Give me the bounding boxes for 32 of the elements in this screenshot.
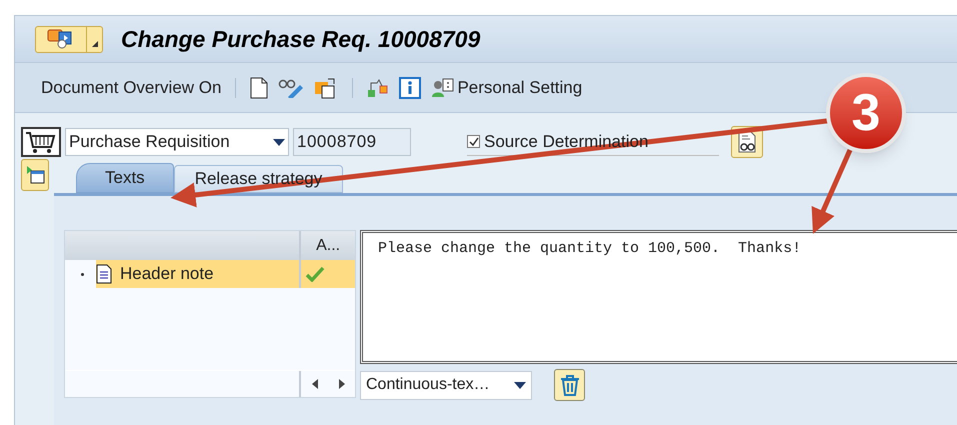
document-type-select[interactable]: Purchase Requisition — [65, 128, 289, 156]
document-overview-button[interactable]: Document Overview On — [41, 74, 222, 100]
dropdown-button[interactable] — [87, 26, 103, 52]
bullet-icon — [81, 272, 84, 276]
scroll-right-icon[interactable] — [338, 379, 345, 389]
expand-panel-button[interactable] — [21, 159, 49, 191]
text-editor[interactable]: Please change the quantity to 100,500. Thanks! — [360, 230, 957, 364]
column-header: A... — [301, 231, 355, 260]
checkbox-label: Source Determination — [484, 130, 648, 153]
document-icon — [96, 264, 112, 284]
format-select[interactable]: Continuous-tex… — [360, 370, 532, 400]
scroll-left-icon[interactable] — [312, 379, 318, 389]
panel-icon — [25, 165, 45, 185]
user-settings-icon — [431, 76, 456, 98]
trash-icon — [558, 374, 580, 396]
dropdown-arrow-icon — [273, 138, 285, 146]
info-icon[interactable] — [399, 76, 422, 98]
tab[interactable]: Texts — [76, 163, 174, 193]
hierarchy-icon[interactable] — [367, 78, 390, 98]
glasses-pencil-icon[interactable] — [278, 78, 304, 98]
document-glasses-icon — [736, 130, 758, 154]
dropdown-arrow-icon — [514, 382, 526, 388]
tree-item[interactable]: Header note — [96, 260, 300, 288]
caret-icon — [92, 40, 98, 46]
personal-setting-button[interactable]: Personal Setting — [431, 74, 582, 100]
window-title: Change Purchase Req. 10008709 — [121, 24, 480, 54]
shopping-cart-icon — [21, 127, 61, 157]
checkbox[interactable] — [467, 135, 480, 148]
document-number-field[interactable]: 10008709 — [293, 128, 411, 156]
blank-document-icon[interactable] — [250, 76, 268, 98]
menu-button[interactable] — [35, 26, 87, 52]
delete-button[interactable] — [554, 369, 585, 401]
